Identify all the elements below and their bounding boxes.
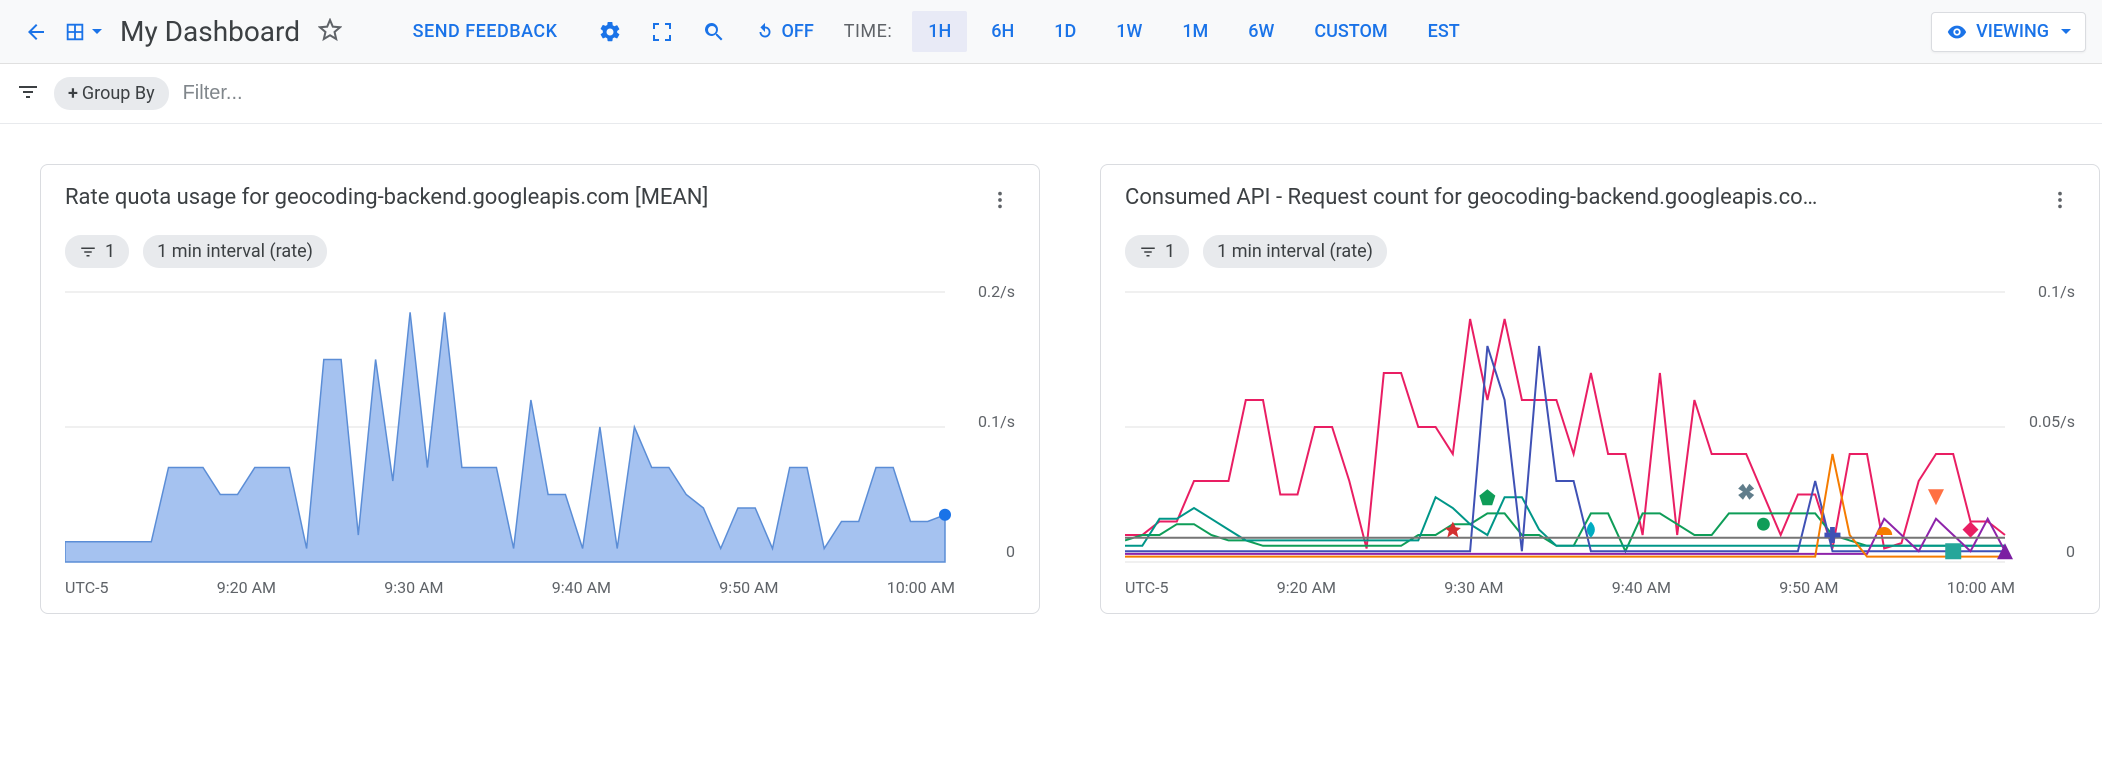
filter-count: 1: [1165, 241, 1175, 262]
interval-label: 1 min interval (rate): [157, 241, 313, 262]
x-tick: 9:30 AM: [384, 578, 443, 597]
refresh-off-label: OFF: [782, 21, 814, 42]
x-tick: 10:00 AM: [887, 578, 955, 597]
chart-card-request-count: Consumed API - Request count for geocodi…: [1100, 164, 2100, 614]
card-menu-button[interactable]: [2045, 185, 2075, 219]
chart-area: 0.1/s 0.05/s 0: [1125, 282, 2075, 572]
group-by-label: Group By: [82, 83, 155, 104]
filter-icon: [1139, 243, 1157, 261]
time-range-section: TIME: 1H 6H 1D 1W 1M 6W CUSTOM EST: [844, 11, 1476, 52]
viewing-label: VIEWING: [1976, 21, 2049, 42]
dashboard-icon: [64, 21, 86, 43]
interval-label: 1 min interval (rate): [1217, 241, 1373, 262]
settings-button[interactable]: [598, 20, 622, 44]
y-tick: 0.1/s: [2038, 282, 2075, 301]
dashboard-type-selector[interactable]: [64, 21, 102, 43]
time-range-1d[interactable]: 1D: [1038, 11, 1092, 52]
header: My Dashboard SEND FEEDBACK OFF TIME: 1H …: [0, 0, 2102, 64]
card-title: Rate quota usage for geocoding-backend.g…: [65, 185, 708, 210]
y-tick: 0.1/s: [978, 412, 1015, 431]
x-tick: 9:50 AM: [1779, 578, 1838, 597]
x-tick: 10:00 AM: [1947, 578, 2015, 597]
eye-icon: [1946, 21, 1968, 43]
x-tick: UTC-5: [65, 578, 109, 597]
time-label: TIME:: [844, 21, 892, 42]
time-range-1w[interactable]: 1W: [1100, 11, 1158, 52]
y-tick: 0.05/s: [2029, 412, 2075, 431]
card-title: Consumed API - Request count for geocodi…: [1125, 185, 1817, 210]
gear-icon: [598, 20, 622, 44]
chart-svg: [1125, 282, 2075, 572]
chart-area: 0.2/s 0.1/s 0: [65, 282, 1015, 572]
refresh-icon: [754, 21, 776, 43]
cards-row: Rate quota usage for geocoding-backend.g…: [0, 124, 2102, 654]
send-feedback-button[interactable]: SEND FEEDBACK: [393, 21, 578, 42]
page-title: My Dashboard: [120, 15, 300, 48]
x-axis-labels: UTC-5 9:20 AM 9:30 AM 9:40 AM 9:50 AM 10…: [1125, 578, 2075, 597]
time-range-6h[interactable]: 6H: [975, 11, 1030, 52]
back-button[interactable]: [16, 12, 56, 52]
x-tick: 9:30 AM: [1444, 578, 1503, 597]
chart-svg: [65, 282, 1015, 572]
fullscreen-icon: [650, 20, 674, 44]
favorite-button[interactable]: [318, 18, 342, 46]
header-left: My Dashboard: [16, 12, 342, 52]
x-tick: 9:50 AM: [719, 578, 778, 597]
kebab-icon: [2049, 189, 2071, 211]
filter-count: 1: [105, 241, 115, 262]
search-icon: [702, 20, 726, 44]
interval-chip[interactable]: 1 min interval (rate): [1203, 235, 1387, 268]
star-icon: [318, 18, 342, 42]
x-tick: 9:20 AM: [217, 578, 276, 597]
x-axis-labels: UTC-5 9:20 AM 9:30 AM 9:40 AM 9:50 AM 10…: [65, 578, 1015, 597]
filter-input[interactable]: [183, 82, 483, 105]
auto-refresh-toggle[interactable]: OFF: [754, 21, 814, 43]
x-tick: 9:40 AM: [552, 578, 611, 597]
caret-down-icon: [92, 29, 102, 34]
card-menu-button[interactable]: [985, 185, 1015, 219]
x-tick: 9:20 AM: [1277, 578, 1336, 597]
toolbar-icons: OFF: [598, 20, 814, 44]
filter-count-chip[interactable]: 1: [65, 235, 129, 268]
viewing-mode-button[interactable]: VIEWING: [1931, 12, 2086, 52]
group-by-chip[interactable]: + Group By: [54, 77, 169, 110]
timezone[interactable]: EST: [1412, 11, 1476, 52]
filter-bar: + Group By: [0, 64, 2102, 124]
y-tick: 0.2/s: [978, 282, 1015, 301]
plus-icon: +: [68, 83, 78, 104]
time-range-1h[interactable]: 1H: [912, 11, 967, 52]
interval-chip[interactable]: 1 min interval (rate): [143, 235, 327, 268]
time-range-custom[interactable]: CUSTOM: [1298, 11, 1403, 52]
filter-icon: [79, 243, 97, 261]
x-tick: UTC-5: [1125, 578, 1169, 597]
caret-down-icon: [2061, 29, 2071, 34]
kebab-icon: [989, 189, 1011, 211]
chart-card-rate-quota: Rate quota usage for geocoding-backend.g…: [40, 164, 1040, 614]
filter-count-chip[interactable]: 1: [1125, 235, 1189, 268]
search-button[interactable]: [702, 20, 726, 44]
filter-icon-button[interactable]: [16, 80, 40, 108]
y-tick: 0: [1006, 542, 1015, 561]
y-tick: 0: [2066, 542, 2075, 561]
fullscreen-button[interactable]: [650, 20, 674, 44]
time-range-1m[interactable]: 1M: [1166, 11, 1224, 52]
x-tick: 9:40 AM: [1612, 578, 1671, 597]
filter-list-icon: [16, 80, 40, 104]
time-range-6w[interactable]: 6W: [1232, 11, 1290, 52]
